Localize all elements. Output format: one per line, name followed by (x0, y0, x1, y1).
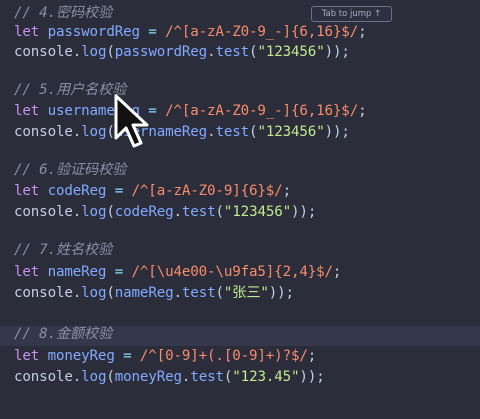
token-obj: console (14, 369, 73, 385)
token-punc: )); (324, 124, 350, 140)
token-var: moneyReg (47, 348, 115, 364)
code-username-reg: let usernameReg = /^[a-zA-Z0-9_-]{6,16}$… (14, 101, 367, 121)
tab-to-jump-hint[interactable]: Tab to jump ↑ (311, 6, 392, 22)
token-var: moneyReg (114, 369, 182, 385)
token-var: codeReg (114, 204, 174, 220)
token-kw: let (14, 264, 48, 280)
token-regex: /^[a-zA-Z0-9_-]{6,16}$/ (165, 103, 359, 119)
token-str: "123456" (257, 44, 325, 60)
token-var: passwordReg (47, 24, 140, 40)
code-code-reg: let codeReg = /^[a-zA-Z0-9]{6}$/; (14, 181, 291, 201)
token-fn: test (181, 285, 216, 301)
token-regex: /^[a-zA-Z0-9]{6}$/ (131, 183, 283, 199)
token-obj: console (14, 204, 73, 220)
token-punc: ( (215, 204, 224, 220)
token-fn: test (181, 204, 216, 220)
token-fn: log (81, 285, 107, 301)
token-punc: ( (106, 285, 115, 301)
token-obj: console (14, 124, 73, 140)
token-var: passwordReg (114, 44, 208, 60)
token-punc: . (72, 44, 82, 60)
comment-money: // 8.金额校验 (14, 324, 112, 344)
token-fn: test (215, 124, 250, 140)
token-punc: )); (324, 44, 350, 60)
token-kw: let (14, 183, 48, 199)
code-editor[interactable]: Tab to jump ↑ // 4.密码校验 let passwordReg =… (0, 0, 480, 419)
comment-name: // 7.姓名校验 (14, 240, 112, 260)
token-op: = (114, 348, 140, 364)
token-str: "张三" (223, 285, 269, 301)
token-punc: ( (215, 285, 224, 301)
token-fn: log (81, 44, 107, 60)
token-fn: test (190, 369, 224, 385)
token-punc: ; (358, 103, 367, 119)
token-punc: ; (307, 348, 317, 364)
token-comment: // 4.密码校验 (14, 5, 113, 21)
token-punc: ( (106, 369, 115, 385)
token-punc: . (72, 124, 82, 140)
token-op: = (106, 264, 132, 280)
token-obj: console (14, 285, 73, 301)
comment-password: // 4.密码校验 (14, 3, 112, 23)
token-punc: ; (282, 183, 292, 199)
code-money-reg: let moneyReg = /^[0-9]+(.[0-9]+)?$/; (14, 346, 316, 366)
token-comment: // 7.姓名校验 (14, 242, 113, 258)
token-obj: console (14, 44, 73, 60)
code-username-test: console.log(usernameReg.test("123456")); (14, 122, 350, 142)
token-regex: /^[a-zA-Z0-9_-]{6,16}$/ (165, 24, 359, 40)
token-punc: . (173, 204, 183, 220)
code-name-test: console.log(nameReg.test("张三")); (14, 283, 294, 303)
token-fn: log (81, 369, 107, 385)
code-password-test: console.log(passwordReg.test("123456")); (14, 42, 350, 62)
token-comment: // 8.金额校验 (14, 326, 113, 342)
code-money-test: console.log(moneyReg.test("123.45")); (14, 367, 325, 387)
token-punc: . (173, 285, 183, 301)
token-kw: let (14, 24, 48, 40)
token-var: nameReg (47, 264, 107, 280)
token-comment: // 6.验证码校验 (14, 162, 127, 178)
comment-code: // 6.验证码校验 (14, 160, 126, 180)
token-regex: /^[\u4e00-\u9fa5]{2,4}$/ (131, 264, 334, 280)
token-punc: ( (106, 204, 115, 220)
code-password-reg: let passwordReg = /^[a-zA-Z0-9_-]{6,16}$… (14, 22, 367, 42)
token-str: "123.45" (232, 369, 300, 385)
token-punc: ; (332, 264, 342, 280)
token-punc: . (72, 369, 82, 385)
token-fn: test (215, 44, 250, 60)
token-fn: log (81, 204, 107, 220)
token-regex: /^[0-9]+(.[0-9]+)?$/ (139, 348, 308, 364)
code-name-reg: let nameReg = /^[\u4e00-\u9fa5]{2,4}$/; (14, 262, 341, 282)
token-punc: . (72, 204, 82, 220)
token-op: = (139, 24, 166, 40)
token-punc: . (72, 285, 82, 301)
token-kw: let (14, 103, 48, 119)
token-var: codeReg (47, 183, 107, 199)
mouse-pointer-icon (114, 94, 149, 148)
token-fn: log (81, 124, 107, 140)
token-kw: let (14, 348, 48, 364)
token-punc: )); (268, 285, 294, 301)
token-str: "123456" (257, 124, 325, 140)
token-punc: )); (291, 204, 317, 220)
token-str: "123456" (223, 204, 292, 220)
token-var: nameReg (114, 285, 174, 301)
token-punc: ; (358, 24, 367, 40)
token-punc: )); (299, 369, 325, 385)
code-code-test: console.log(codeReg.test("123456")); (14, 202, 316, 222)
token-op: = (106, 183, 132, 199)
token-punc: ( (106, 44, 115, 60)
